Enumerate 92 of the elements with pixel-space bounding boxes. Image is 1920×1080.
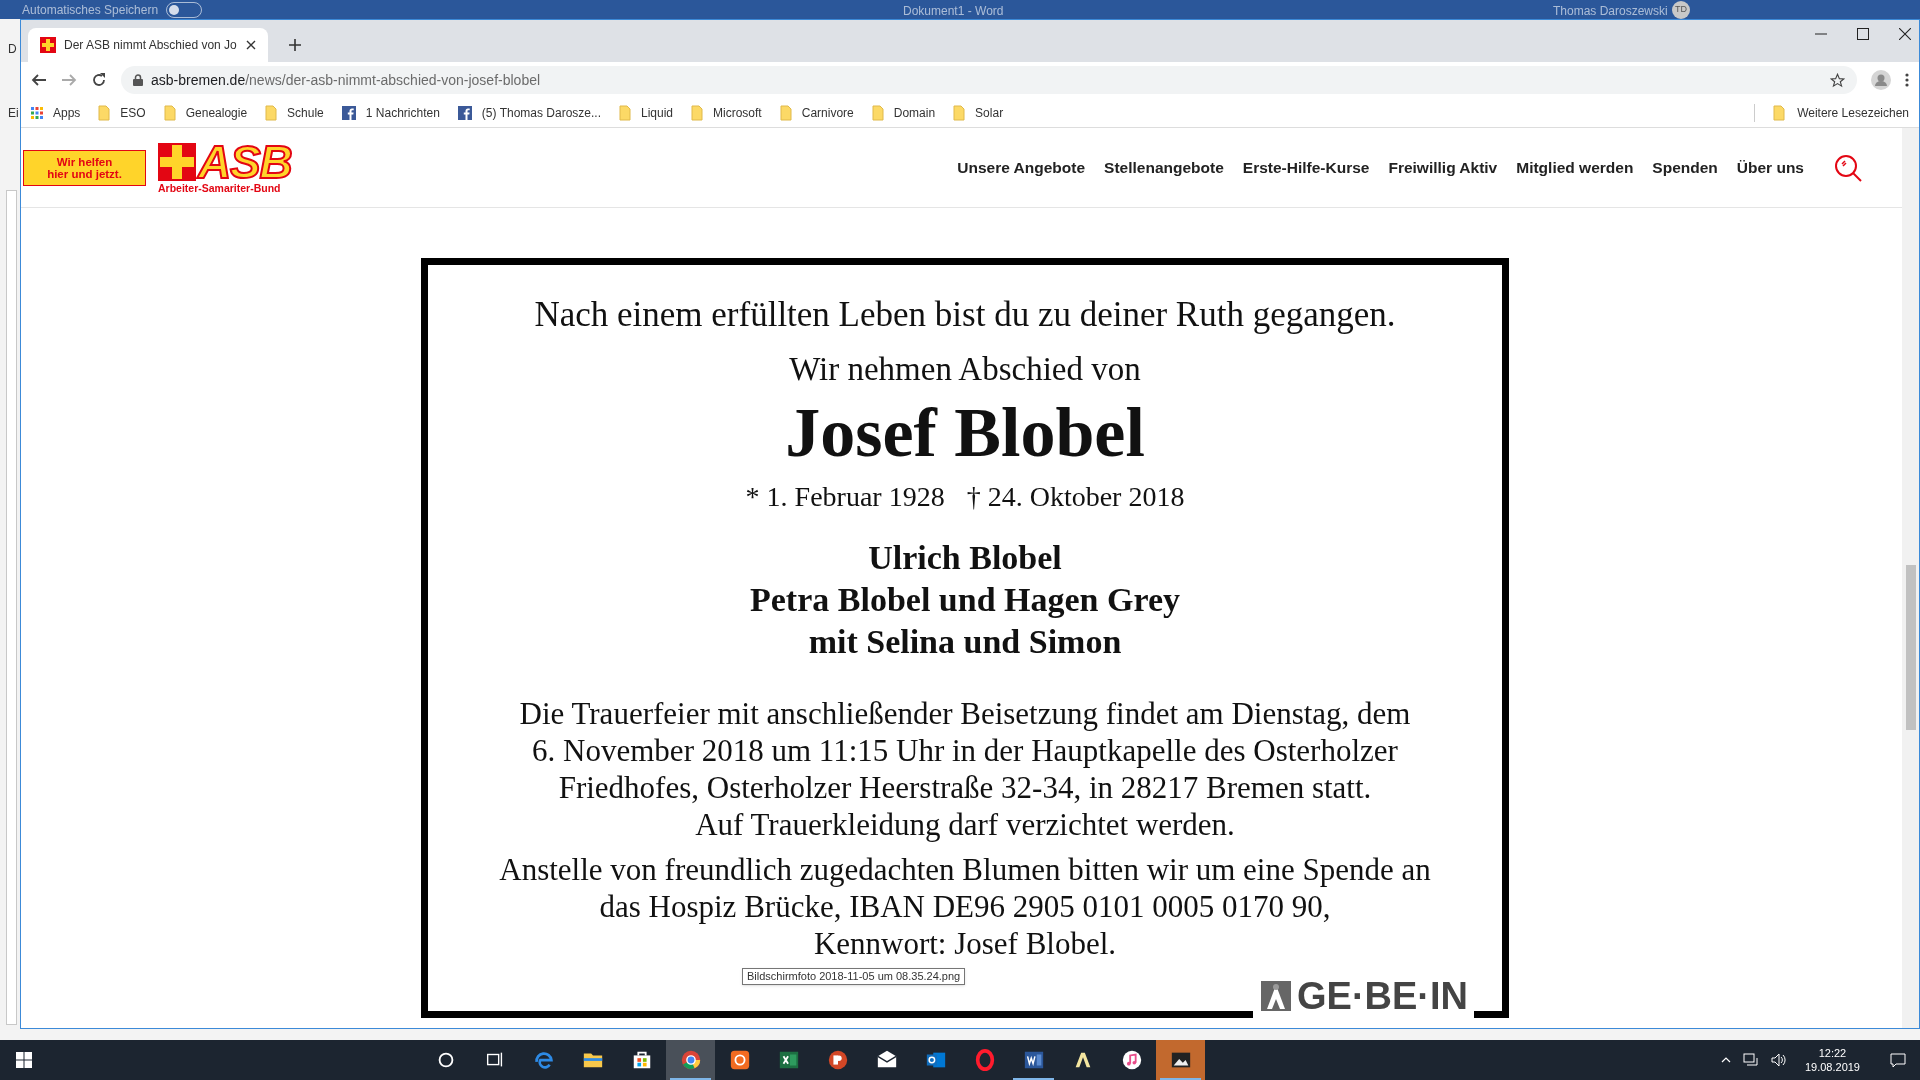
ring-icon	[973, 1049, 996, 1071]
file-tooltip: Bildschirmfoto 2018-11-05 um 08.35.24.png	[742, 968, 966, 985]
back-arrow-icon[interactable]	[31, 72, 47, 88]
notification-icon[interactable]	[1890, 1052, 1906, 1068]
reload-icon[interactable]	[91, 72, 107, 88]
intro-text: Nach einem erfüllten Leben bist du zu deiner Ruth gegangen.	[534, 294, 1396, 336]
nav-link[interactable]: Freiwillig Aktiv	[1388, 155, 1498, 180]
death-date: † 24. Oktober 2018	[966, 480, 1185, 514]
bookmark[interactable]: Genealogie	[163, 103, 248, 122]
close-icon[interactable]	[246, 40, 256, 50]
document-app-icon	[1022, 1049, 1045, 1071]
maximize-icon[interactable]	[1857, 28, 1869, 40]
windows-icon[interactable]	[16, 1052, 32, 1068]
folder-icon	[98, 104, 111, 121]
bookmark[interactable]: Schule	[265, 103, 324, 122]
bookmark[interactable]: Apps	[31, 103, 81, 122]
address-bar[interactable]: asb-bremen.de/news/der-asb-nimmt-abschied-von-josef-blobel	[121, 66, 1857, 94]
logo-wordmark: ASB	[198, 141, 292, 182]
browser-tab[interactable]: Der ASB nimmt Abschied von Jo	[28, 28, 268, 62]
nav-link[interactable]: Spenden	[1652, 155, 1718, 180]
bookmark[interactable]: 1 Nachrichten	[341, 103, 440, 122]
clock-time: 12:22	[1818, 1046, 1847, 1060]
mourner-line: Ulrich Blobel	[868, 538, 1062, 578]
mourner-line: mit Selina und Simon	[808, 622, 1122, 662]
autosave-label: Automatisches Speichern	[22, 1, 159, 19]
folder-icon	[163, 104, 176, 121]
bookmark[interactable]: ESO	[98, 103, 146, 122]
figure-icon	[1259, 979, 1293, 1013]
cross-logo-icon	[158, 142, 196, 181]
folder-icon	[1773, 104, 1786, 121]
speaker-icon[interactable]	[1770, 1053, 1787, 1067]
clock-date: 19.08.2019	[1804, 1060, 1860, 1074]
notice-paragraph: Anstelle von freundlich zugedachten Blumen bitten wir um eine Spende an das Hospiz Brücke, IBAN DE96 2905 0101 0005 0170 90, Kennwort: Josef Blobel.	[499, 851, 1431, 962]
round-logo-icon	[679, 1049, 702, 1071]
document-title: Dokument1 - Word	[903, 3, 1004, 20]
folder-icon	[953, 104, 966, 121]
slogan-text: hier und jetzt.	[47, 167, 122, 180]
folder-icon	[779, 104, 792, 121]
app-icon	[728, 1049, 751, 1071]
profile-icon[interactable]	[1871, 70, 1891, 90]
tab-title: Der ASB nimmt Abschied von Jo	[64, 37, 238, 54]
lead-text: Wir nehmen Abschied von	[789, 350, 1141, 389]
menu-icon[interactable]	[1905, 73, 1909, 87]
scrollbar[interactable]	[1902, 128, 1919, 1028]
nav-link[interactable]: Unsere Angebote	[957, 155, 1086, 180]
nav-link[interactable]: Stellenangebote	[1104, 155, 1224, 180]
url-host: asb-bremen.de	[151, 71, 246, 88]
search-icon[interactable]	[1834, 153, 1862, 182]
bookmark[interactable]: Liquid	[619, 103, 674, 122]
cross-logo-icon	[40, 37, 56, 53]
folder-icon	[691, 104, 704, 121]
music-note-icon	[1120, 1049, 1143, 1071]
bookmark[interactable]: Microsoft	[691, 103, 762, 122]
f-logo-icon	[341, 105, 356, 120]
ribbon-tab-label[interactable]: D	[8, 40, 17, 58]
folder-icon	[871, 104, 884, 121]
bookmark[interactable]: Domain	[871, 103, 936, 122]
folder-icon	[265, 104, 278, 121]
nav-link[interactable]: Über uns	[1736, 155, 1804, 180]
bookmark-folder[interactable]: Weitere Lesezeichen	[1773, 103, 1909, 122]
user-name: Thomas Daroszewski	[1553, 3, 1668, 20]
logo-subtitle: Arbeiter-Samariter-Bund	[158, 181, 282, 194]
caret-up-icon[interactable]	[1720, 1057, 1731, 1063]
close-icon[interactable]	[1899, 28, 1911, 40]
nav-link[interactable]: Mitglied werden	[1516, 155, 1634, 180]
network-icon[interactable]	[1742, 1053, 1759, 1067]
slogan-text: Wir helfen	[56, 155, 113, 168]
lock-icon	[133, 74, 143, 86]
birth-date: * 1. Februar 1928	[745, 480, 945, 514]
nav-link[interactable]: Erste-Hilfe-Kurse	[1242, 155, 1370, 180]
bookmark[interactable]: Solar	[953, 103, 1004, 122]
star-icon[interactable]	[1830, 72, 1845, 88]
deceased-name: Josef Blobel	[785, 393, 1145, 473]
asb-logo[interactable]: ASB Arbeiter-Samariter-Bund	[158, 141, 292, 194]
user-avatar[interactable]: TD	[1672, 1, 1690, 19]
presentation-icon	[826, 1049, 849, 1071]
url-path: /news/der-asb-nimmt-abschied-von-josef-blobel	[245, 71, 541, 88]
mourner-line: Petra Blobel und Hagen Grey	[750, 580, 1180, 620]
publisher-name: GE·BE·IN	[1297, 976, 1468, 1016]
scrollbar-thumb[interactable]	[1905, 565, 1916, 730]
new-tab-icon[interactable]	[288, 38, 302, 52]
swirl-icon	[532, 1049, 555, 1071]
ribbon-label: Ei	[8, 105, 19, 122]
bookmark[interactable]: (5) Thomas Darosze...	[457, 103, 601, 122]
spreadsheet-icon	[777, 1049, 800, 1071]
notice-paragraph: Die Trauerfeier mit anschließender Beisetzung findet am Dienstag, dem 6. November 2018 um 11:15 Uhr in der Hauptkapelle des Osterholzer Friedhofes, Osterholzer Heerstraße 32-34, in 28217 Bremen statt. Auf Trauerkleidung darf verzichtet werden.	[519, 695, 1411, 843]
f-logo-icon	[457, 105, 472, 120]
folder-icon	[619, 104, 631, 121]
clock[interactable]: 12:22 19.08.2019	[1804, 1046, 1860, 1074]
grid-icon	[31, 106, 43, 119]
bookmark[interactable]: Carnivore	[779, 103, 854, 122]
taskbar-button[interactable]	[1156, 1040, 1205, 1080]
